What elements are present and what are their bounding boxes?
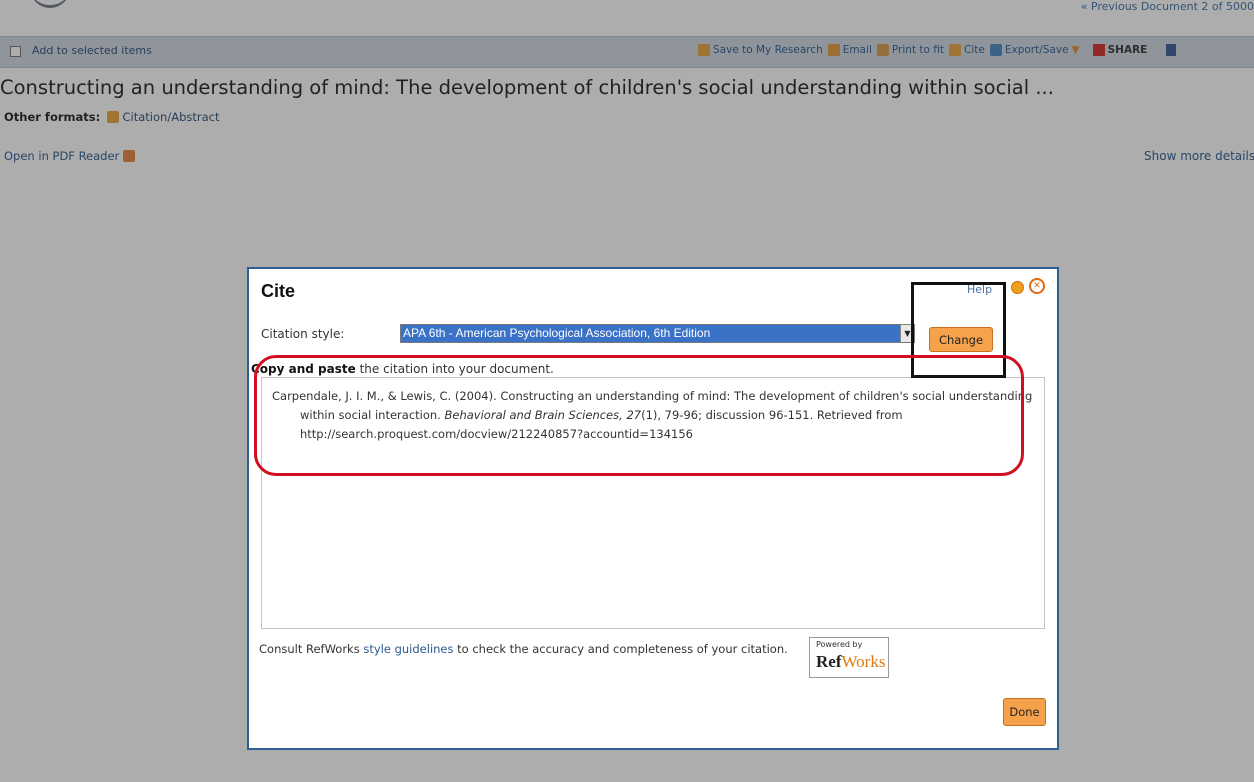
close-icon[interactable]: ✕ [1029, 278, 1045, 294]
refworks-ref: Ref [816, 652, 842, 671]
done-button[interactable]: Done [1003, 698, 1046, 726]
citation-style-select[interactable]: APA 6th - American Psychological Associa… [400, 324, 915, 343]
consult-note: Consult RefWorks style guidelines to che… [259, 642, 788, 656]
consult-suffix: to check the accuracy and completeness o… [453, 642, 788, 656]
refworks-wordmark: RefWorks [816, 652, 885, 672]
highlight-box-citation [254, 355, 1024, 476]
powered-by-label: Powered by [816, 640, 863, 649]
help-icon[interactable] [1011, 281, 1024, 294]
citation-style-value: APA 6th - American Psychological Associa… [401, 325, 900, 342]
consult-prefix: Consult RefWorks [259, 642, 364, 656]
citation-style-label: Citation style: [261, 327, 345, 341]
dialog-title: Cite [261, 281, 296, 301]
refworks-works: Works [841, 652, 886, 671]
style-guidelines-link[interactable]: style guidelines [363, 642, 453, 656]
cite-dialog: Cite Help ✕ Citation style: APA 6th - Am… [247, 267, 1059, 750]
refworks-logo: Powered by RefWorks [809, 637, 889, 678]
